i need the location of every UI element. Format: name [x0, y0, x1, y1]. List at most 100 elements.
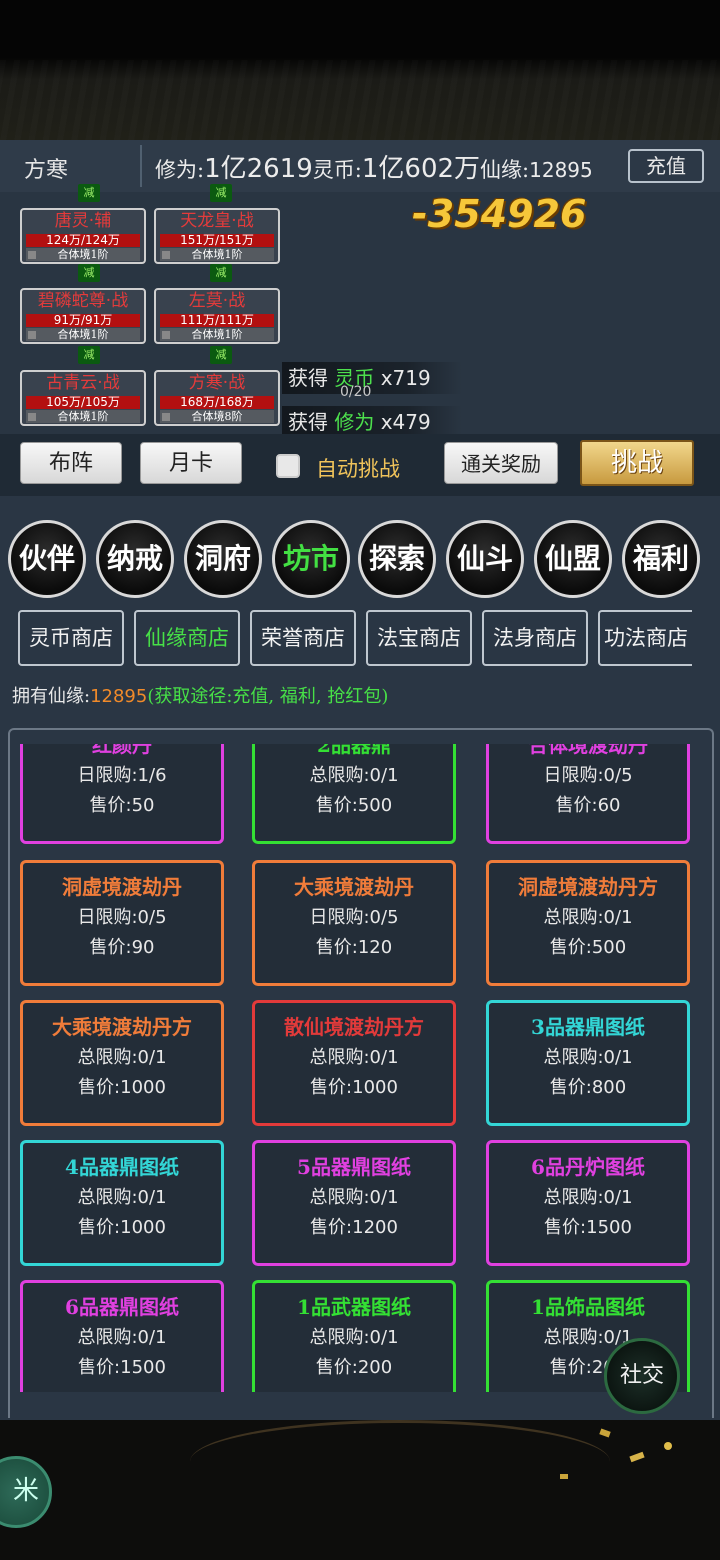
item-name: 大乘境渡劫丹 — [294, 875, 414, 899]
debuff-icon: 减 — [78, 346, 100, 364]
shop-item-card[interactable]: 洞虚境渡劫丹方 总限购:0/1 售价:500 — [486, 860, 690, 986]
spirit-coin-value: 1亿602万 — [361, 154, 481, 184]
team-unit-6[interactable]: 方寒·战 168万/168万 合体境8阶 — [154, 370, 280, 426]
item-price: 售价:1500 — [544, 1217, 632, 1238]
shop-item-card[interactable]: 1品武器图纸 总限购:0/1 售价:200 — [252, 1280, 456, 1392]
item-limit: 日限购:0/5 — [77, 907, 167, 928]
team-unit-2[interactable]: 天龙皇·战 151万/151万 合体境1阶 — [154, 208, 280, 264]
item-price: 售价:50 — [89, 795, 155, 816]
xianyuan-label: 仙缘: — [480, 158, 530, 182]
unit-hp: 105万/105万 — [46, 395, 120, 409]
gain-message: 获得 灵币 x719 — [282, 362, 462, 394]
debuff-icon: 减 — [78, 184, 100, 202]
currency-label: 拥有仙缘: — [12, 686, 91, 707]
currency-value: 12895 — [90, 686, 148, 707]
tab-treasure-shop[interactable]: 法宝商店 — [366, 610, 472, 666]
decor-fleck — [560, 1474, 568, 1479]
item-price: 售价:500 — [549, 937, 627, 958]
item-price: 售价:500 — [315, 795, 393, 816]
item-name: 1品饰品图纸 — [531, 1295, 645, 1319]
monthly-card-button[interactable]: 月卡 — [140, 442, 242, 484]
shop-item-card[interactable]: 5品器鼎图纸 总限购:0/1 售价:1200 — [252, 1140, 456, 1266]
formation-button[interactable]: 布阵 — [20, 442, 122, 484]
unit-realm: 合体境1阶 — [26, 328, 140, 341]
unit-realm: 合体境1阶 — [26, 410, 140, 423]
item-limit: 总限购:0/1 — [543, 907, 633, 928]
item-name: 2品器鼎 — [317, 744, 391, 757]
item-limit: 总限购:0/1 — [543, 1187, 633, 1208]
challenge-button[interactable]: 挑战 — [580, 440, 694, 486]
item-name: 5品器鼎图纸 — [297, 1155, 411, 1179]
currency-hint: (获取途径:充值, 福利, 抢红包) — [147, 686, 389, 707]
team-unit-3[interactable]: 碧磷蛇尊·战 91万/91万 合体境1阶 — [20, 288, 146, 344]
tab-skill-shop[interactable]: 功法商店 — [598, 610, 692, 666]
item-name: 3品器鼎图纸 — [531, 1015, 645, 1039]
shop-item-card[interactable]: 3品器鼎图纸 总限购:0/1 售价:800 — [486, 1000, 690, 1126]
item-name: 4品器鼎图纸 — [65, 1155, 179, 1179]
shop-item-grid[interactable]: 红颜丹 日限购:1/6 售价:50 2品器鼎 总限购:0/1 售价:500 合体… — [0, 744, 720, 1392]
item-name: 合体境渡劫丹 — [528, 744, 648, 757]
nav-alliance[interactable]: 仙盟 — [534, 520, 612, 598]
shop-item-card[interactable]: 6品丹炉图纸 总限购:0/1 售价:1500 — [486, 1140, 690, 1266]
unit-realm: 合体境1阶 — [160, 248, 274, 261]
item-name: 洞虚境渡劫丹方 — [518, 875, 658, 899]
shop-item-card[interactable]: 2品器鼎 总限购:0/1 售价:500 — [252, 744, 456, 844]
item-price: 售价:800 — [549, 1077, 627, 1098]
nav-ring[interactable]: 纳戒 — [96, 520, 174, 598]
item-price: 售价:1500 — [78, 1357, 166, 1378]
item-limit: 日限购:1/6 — [77, 765, 167, 786]
item-name: 6品器鼎图纸 — [65, 1295, 179, 1319]
tab-spirit-coin-shop[interactable]: 灵币商店 — [18, 610, 124, 666]
debuff-icon: 减 — [210, 346, 232, 364]
decor-fleck — [599, 1428, 611, 1438]
debuff-icon: 减 — [210, 264, 232, 282]
shop-item-card[interactable]: 洞虚境渡劫丹 日限购:0/5 售价:90 — [20, 860, 224, 986]
shop-item-card[interactable]: 4品器鼎图纸 总限购:0/1 售价:1000 — [20, 1140, 224, 1266]
tab-body-shop[interactable]: 法身商店 — [482, 610, 588, 666]
item-limit: 总限购:0/1 — [77, 1187, 167, 1208]
nav-arena[interactable]: 仙斗 — [446, 520, 524, 598]
item-limit: 总限购:0/1 — [309, 1327, 399, 1348]
unit-hp: 168万/168万 — [180, 395, 254, 409]
nav-cave[interactable]: 洞府 — [184, 520, 262, 598]
unit-realm: 合体境8阶 — [160, 410, 274, 423]
unit-name: 唐灵·辅 — [54, 211, 112, 231]
nav-welfare[interactable]: 福利 — [622, 520, 700, 598]
team-unit-5[interactable]: 古青云·战 105万/105万 合体境1阶 — [20, 370, 146, 426]
nav-explore[interactable]: 探索 — [358, 520, 436, 598]
spirit-coin-label: 灵币: — [312, 158, 362, 182]
item-price: 售价:200 — [315, 1357, 393, 1378]
unit-name: 方寒·战 — [188, 373, 246, 393]
unit-name: 天龙皇·战 — [180, 211, 254, 231]
item-price: 售价:60 — [555, 795, 621, 816]
nav-market[interactable]: 坊市 — [272, 520, 350, 598]
item-limit: 日限购:0/5 — [309, 907, 399, 928]
social-button[interactable]: 社交 — [604, 1338, 680, 1414]
shop-item-card[interactable]: 大乘境渡劫丹 日限购:0/5 售价:120 — [252, 860, 456, 986]
team-unit-4[interactable]: 左莫·战 111万/111万 合体境1阶 — [154, 288, 280, 344]
item-price: 售价:1000 — [310, 1077, 398, 1098]
shop-item-card[interactable]: 红颜丹 日限购:1/6 售价:50 — [20, 744, 224, 844]
auto-challenge-checkbox[interactable] — [276, 454, 300, 478]
decor-fleck — [629, 1451, 645, 1463]
tab-honor-shop[interactable]: 荣誉商店 — [250, 610, 356, 666]
xianyuan-value: 12895 — [529, 158, 593, 182]
team-unit-1[interactable]: 唐灵·辅 124万/124万 合体境1阶 — [20, 208, 146, 264]
item-name: 6品丹炉图纸 — [531, 1155, 645, 1179]
shop-item-card[interactable]: 合体境渡劫丹 日限购:0/5 售价:60 — [486, 744, 690, 844]
shop-item-card[interactable]: 散仙境渡劫丹方 总限购:0/1 售价:1000 — [252, 1000, 456, 1126]
item-name: 大乘境渡劫丹方 — [52, 1015, 192, 1039]
damage-number: -354926 — [412, 192, 587, 236]
clear-reward-button[interactable]: 通关奖励 — [444, 442, 558, 484]
unit-realm: 合体境1阶 — [26, 248, 140, 261]
item-limit: 总限购:0/1 — [543, 1047, 633, 1068]
currency-line: 拥有仙缘:12895(获取途径:充值, 福利, 抢红包) — [12, 682, 388, 708]
item-name: 洞虚境渡劫丹 — [62, 875, 182, 899]
shop-item-card[interactable]: 大乘境渡劫丹方 总限购:0/1 售价:1000 — [20, 1000, 224, 1126]
tab-xianyuan-shop[interactable]: 仙缘商店 — [134, 610, 240, 666]
recharge-button[interactable]: 充值 — [628, 149, 704, 183]
debuff-icon: 减 — [78, 264, 100, 282]
shop-item-card[interactable]: 6品器鼎图纸 总限购:0/1 售价:1500 — [20, 1280, 224, 1392]
unit-hp: 91万/91万 — [53, 313, 113, 327]
nav-partner[interactable]: 伙伴 — [8, 520, 86, 598]
